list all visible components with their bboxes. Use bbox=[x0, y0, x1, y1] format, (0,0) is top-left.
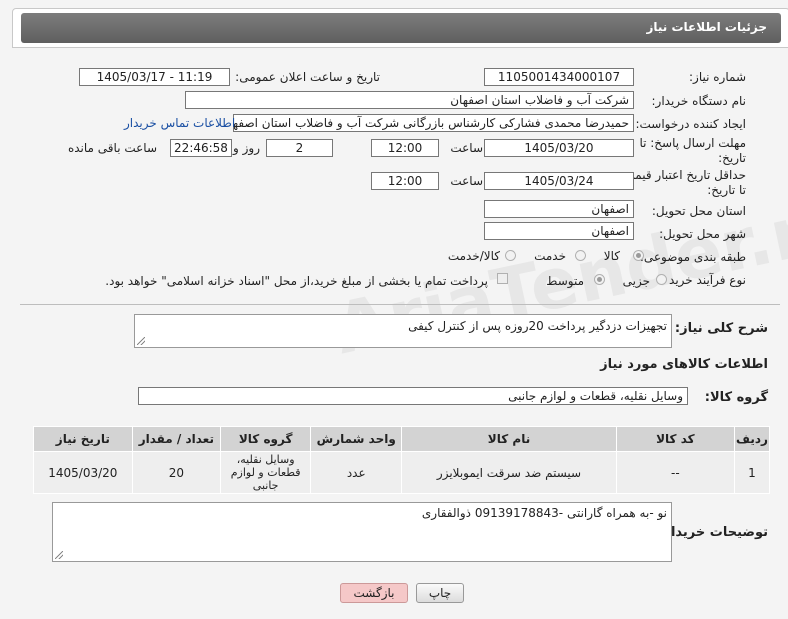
province-field: اصفهان bbox=[484, 200, 634, 218]
cell-need-date: 1405/03/20 bbox=[33, 451, 133, 494]
validity-time-field: 12:00 bbox=[371, 172, 439, 190]
description-label: شرح کلی نیاز: bbox=[674, 321, 768, 336]
col-goods-group: گروه کالا bbox=[220, 426, 312, 452]
back-button[interactable]: بازگشت bbox=[340, 583, 408, 603]
goods-section-title: اطلاعات کالاهای مورد نیاز bbox=[600, 357, 768, 372]
treasury-payment-note: پرداخت تمام یا بخشی از مبلغ خرید،از محل … bbox=[105, 274, 488, 288]
col-unit: واحد شمارش bbox=[310, 426, 403, 452]
divider bbox=[20, 304, 780, 305]
deadline-label-date: تاریخ: bbox=[718, 151, 746, 165]
buyer-notes-label: توضیحات خریدار: bbox=[658, 525, 768, 540]
buyer-org-label: نام دستگاه خریدار: bbox=[651, 94, 747, 108]
table-header-row: تاریخ نیاز تعداد / مقدار گروه کالا واحد … bbox=[33, 426, 771, 452]
creator-field: حمیدرضا محمدی فشارکی کارشناس بازرگانی شر… bbox=[233, 114, 634, 132]
cell-quantity: 20 bbox=[131, 451, 222, 494]
days-label: روز و bbox=[233, 141, 260, 155]
cell-goods-group: وسایل نقلیه، قطعات و لوازم جانبی bbox=[220, 451, 312, 494]
process-option-minor: جزیی bbox=[622, 274, 650, 288]
category-label: طبقه بندی موضوعی: bbox=[639, 250, 746, 264]
cell-unit: عدد bbox=[310, 451, 403, 494]
category-option-service: خدمت bbox=[534, 249, 566, 263]
category-radio-goods-service[interactable] bbox=[505, 250, 516, 261]
cell-goods-name: سیستم ضد سرقت ایموبلایزر bbox=[401, 451, 617, 494]
treasury-payment-checkbox[interactable] bbox=[497, 273, 508, 284]
days-remaining-field: 2 bbox=[266, 139, 333, 157]
description-text: تجهیزات دزدگیر پرداخت 20روزه پس از کنترل… bbox=[408, 319, 667, 333]
resize-handle-icon[interactable] bbox=[55, 551, 63, 559]
print-button[interactable]: چاپ bbox=[416, 583, 464, 603]
col-quantity: تعداد / مقدار bbox=[131, 426, 222, 452]
buyer-notes-text: نو -به همراه گارانتی -09139178843 ذوالفق… bbox=[421, 506, 667, 520]
city-label: شهر محل تحویل: bbox=[659, 227, 746, 241]
need-number-field: 1105001434000107 bbox=[484, 68, 634, 86]
col-need-date: تاریخ نیاز bbox=[33, 426, 133, 452]
panel-title: جزئیات اطلاعات نیاز bbox=[646, 20, 767, 34]
goods-group-label: گروه کالا: bbox=[704, 390, 768, 405]
creator-label: ایجاد کننده درخواست: bbox=[635, 117, 746, 131]
process-label: نوع فرآیند خرید : bbox=[661, 273, 746, 287]
deadline-label: مهلت ارسال پاسخ: تا bbox=[639, 136, 746, 150]
cell-goods-code: -- bbox=[615, 451, 735, 494]
process-radio-medium[interactable] bbox=[594, 274, 605, 285]
need-number-label: شماره نیاز: bbox=[689, 70, 746, 84]
validity-time-label: ساعت bbox=[450, 174, 483, 188]
category-radio-goods[interactable] bbox=[633, 250, 644, 261]
province-label: استان محل تحویل: bbox=[651, 204, 746, 218]
resize-handle-icon[interactable] bbox=[137, 337, 145, 345]
process-radio-minor[interactable] bbox=[656, 274, 667, 285]
buyer-notes-textarea[interactable]: نو -به همراه گارانتی -09139178843 ذوالفق… bbox=[52, 502, 672, 562]
buyer-org-field: شرکت آب و فاضلاب استان اصفهان bbox=[185, 91, 634, 109]
announce-date-field: 1405/03/17 - 11:19 bbox=[79, 68, 230, 86]
process-option-medium: متوسط bbox=[546, 274, 584, 288]
table-row: 1405/03/20 20 وسایل نقلیه، قطعات و لوازم… bbox=[33, 451, 771, 494]
min-validity-label-date: تا تاریخ: bbox=[707, 183, 746, 197]
category-option-goods-service: کالا/خدمت bbox=[447, 249, 500, 263]
category-option-goods: کالا bbox=[603, 249, 620, 263]
col-goods-name: نام کالا bbox=[401, 426, 617, 452]
remaining-time-label: ساعت باقی مانده bbox=[67, 141, 157, 155]
cell-row-number: 1 bbox=[733, 451, 771, 494]
city-field: اصفهان bbox=[484, 222, 634, 240]
buyer-contact-link[interactable]: اطلاعات تماس خریدار bbox=[124, 116, 235, 130]
category-radio-service[interactable] bbox=[575, 250, 586, 261]
deadline-time-field: 12:00 bbox=[371, 139, 439, 157]
goods-group-field: وسایل نقلیه، قطعات و لوازم جانبی bbox=[138, 387, 688, 405]
col-goods-code: کد کالا bbox=[615, 426, 735, 452]
panel-header: جزئیات اطلاعات نیاز bbox=[21, 13, 781, 43]
col-row-number: ردیف bbox=[733, 426, 771, 452]
min-validity-label: حداقل تاریخ اعتبار قیمت: bbox=[619, 168, 746, 182]
description-textarea[interactable]: تجهیزات دزدگیر پرداخت 20روزه پس از کنترل… bbox=[134, 314, 672, 348]
deadline-time-label: ساعت bbox=[450, 141, 483, 155]
details-panel: جزئیات اطلاعات نیاز bbox=[12, 8, 788, 48]
announce-date-label: تاریخ و ساعت اعلان عمومی: bbox=[235, 70, 380, 84]
goods-table: تاریخ نیاز تعداد / مقدار گروه کالا واحد … bbox=[33, 426, 771, 494]
validity-date-field: 1405/03/24 bbox=[484, 172, 634, 190]
deadline-date-field: 1405/03/20 bbox=[484, 139, 634, 157]
remaining-time-field: 22:46:58 bbox=[170, 139, 232, 157]
